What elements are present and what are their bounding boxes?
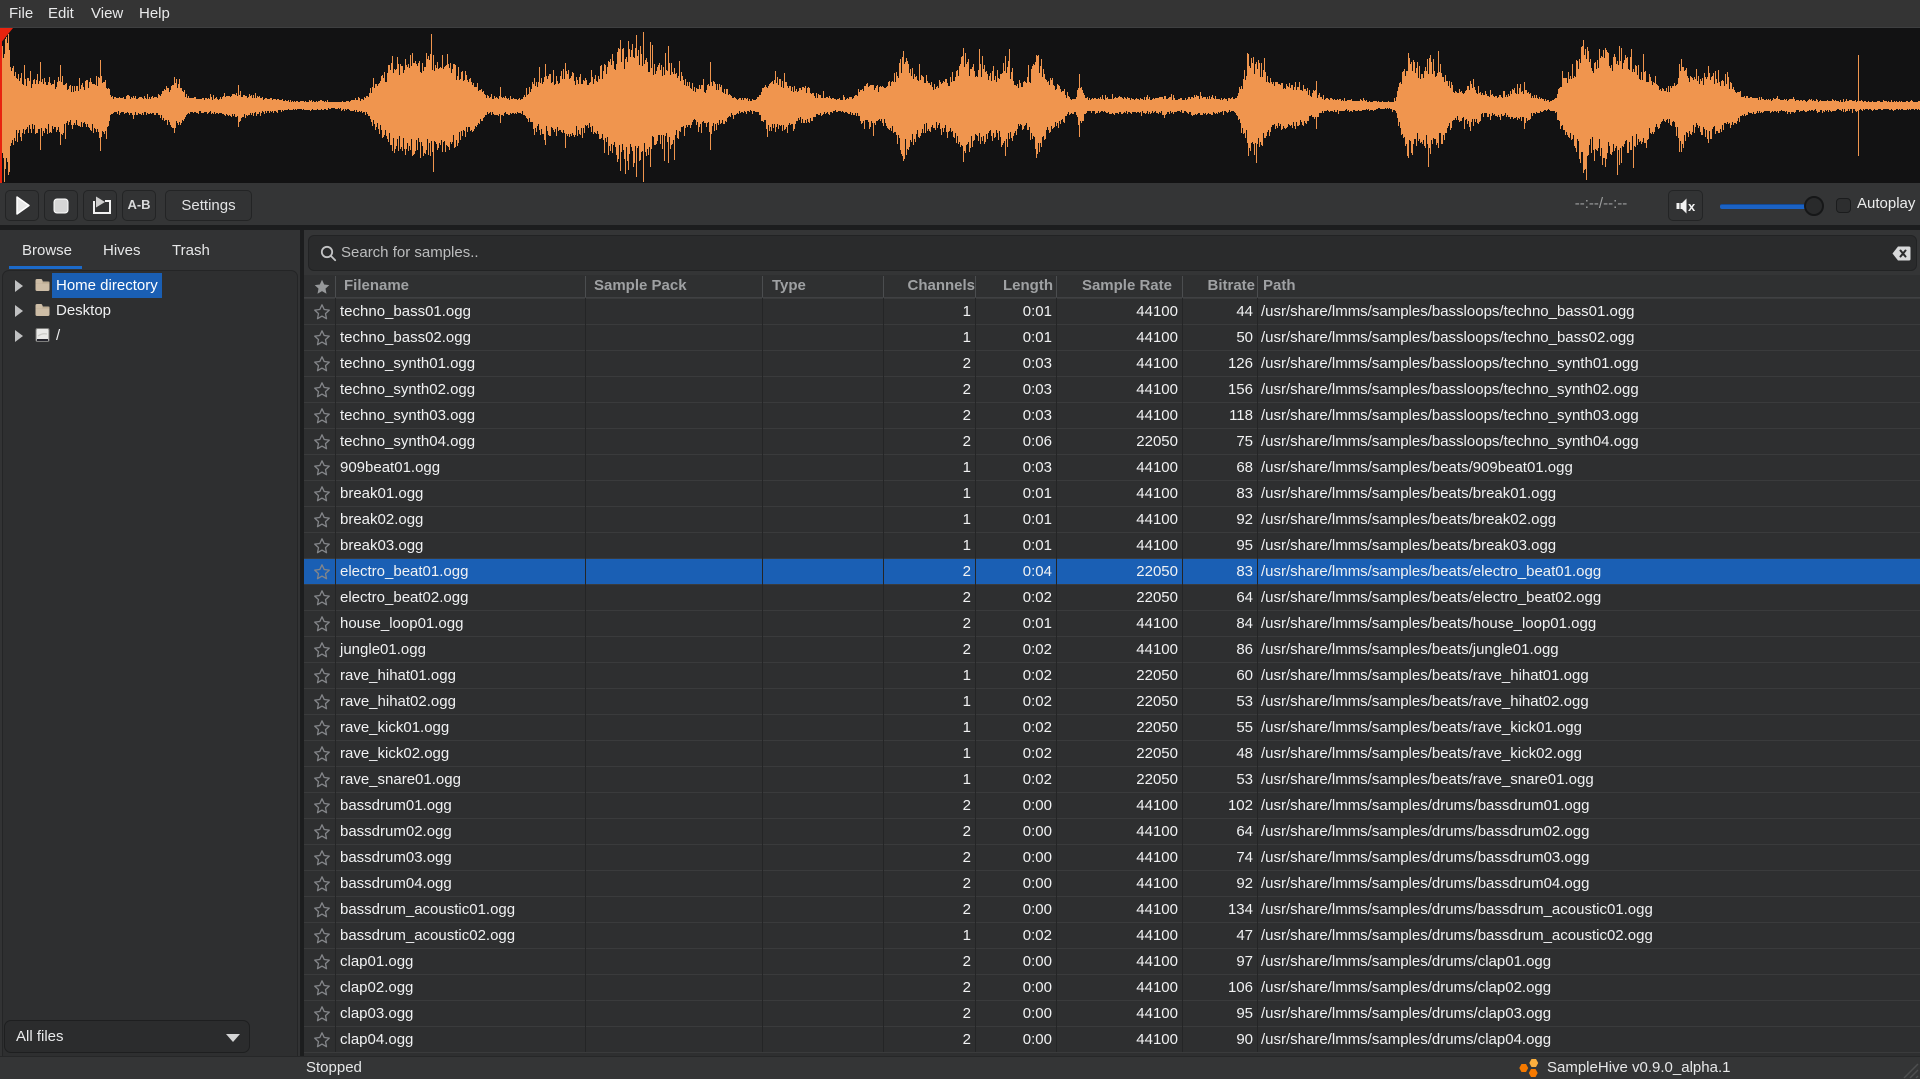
svg-text:x: x [1688, 199, 1696, 214]
